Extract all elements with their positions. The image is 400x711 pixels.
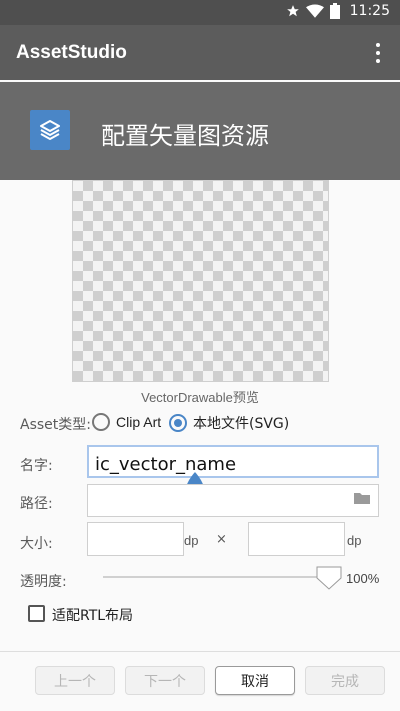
prev-button[interactable]: 上一个	[35, 666, 115, 695]
page-title: 配置矢量图资源	[101, 122, 269, 150]
name-field[interactable]	[87, 445, 379, 478]
asset-studio-screen: 11:25 AssetStudio 配置矢量图资源 VectorDrawable…	[0, 0, 400, 711]
rtl-checkbox-label[interactable]: 适配RTL布局	[52, 605, 133, 625]
preview-caption: VectorDrawable预览	[141, 390, 259, 405]
opacity-value: 100%	[346, 571, 380, 586]
status-bar: 11:25	[0, 0, 400, 25]
size-label: 大小:	[20, 536, 53, 552]
size-separator: ×	[216, 532, 227, 547]
size-height-field[interactable]	[248, 522, 345, 556]
radio-clip-art-indicator[interactable]	[92, 413, 110, 431]
app-title: AssetStudio	[16, 42, 127, 63]
page-header: 配置矢量图资源	[0, 82, 400, 180]
path-field[interactable]	[87, 484, 379, 517]
rtl-checkbox[interactable]	[28, 605, 45, 622]
asset-type-label: Asset类型:	[20, 417, 91, 433]
status-time: 11:25	[349, 3, 390, 19]
battery-icon	[329, 3, 340, 19]
path-label: 路径:	[20, 496, 53, 512]
next-button[interactable]: 下一个	[125, 666, 205, 695]
size-unit-2: dp	[347, 533, 362, 548]
name-label: 名字:	[20, 458, 53, 474]
status-icons: 11:25	[286, 3, 390, 19]
name-input[interactable]	[95, 450, 375, 478]
size-unit-1: dp	[184, 533, 199, 548]
radio-local-svg-label: 本地文件(SVG)	[193, 416, 290, 432]
opacity-slider-track[interactable]	[103, 576, 331, 578]
footer-divider	[0, 651, 400, 652]
vector-preview	[72, 180, 329, 382]
opacity-label: 透明度:	[20, 574, 67, 590]
cancel-button[interactable]: 取消	[215, 666, 295, 695]
star-icon	[286, 5, 299, 17]
folder-icon[interactable]	[354, 492, 370, 504]
radio-local-svg[interactable]: 本地文件(SVG)	[169, 413, 289, 433]
opacity-slider-thumb[interactable]	[316, 566, 342, 590]
wifi-icon	[305, 4, 324, 18]
layers-icon	[30, 110, 70, 150]
overflow-menu-icon[interactable]	[370, 41, 386, 65]
size-width-field[interactable]	[87, 522, 184, 556]
radio-clip-art[interactable]: Clip Art	[92, 413, 161, 431]
radio-local-svg-indicator[interactable]	[169, 414, 187, 432]
finish-button[interactable]: 完成	[305, 666, 385, 695]
app-bar: AssetStudio	[0, 25, 400, 80]
radio-clip-art-label: Clip Art	[116, 414, 162, 430]
